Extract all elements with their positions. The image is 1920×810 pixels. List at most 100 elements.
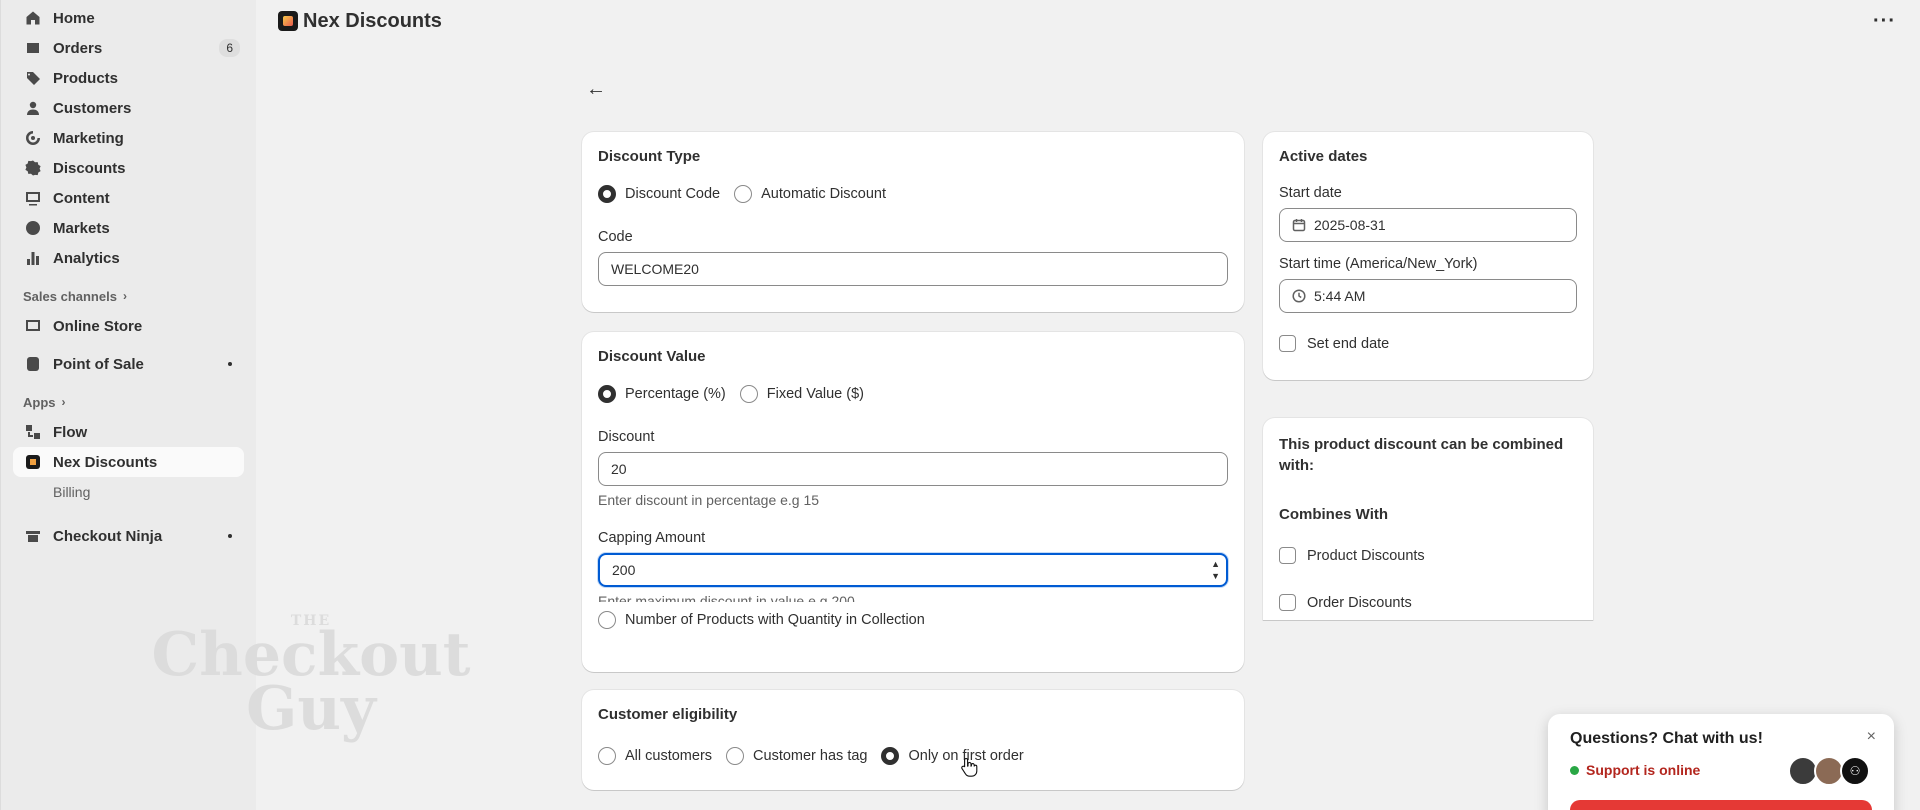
more-actions-icon[interactable]: ···	[1873, 10, 1896, 33]
globe-icon	[25, 220, 41, 236]
flow-icon	[25, 424, 41, 440]
page-title: Nex Discounts	[303, 9, 442, 32]
home-icon	[25, 10, 41, 26]
discount-value-card: Discount Value Percentage (%) Fixed Valu…	[582, 332, 1244, 672]
sidebar-item-products[interactable]: Products	[13, 63, 244, 93]
sidebar-item-label: Analytics	[53, 249, 120, 267]
tag-icon	[25, 70, 41, 86]
chevron-right-icon: ›	[61, 395, 66, 409]
sidebar-item-label: Online Store	[53, 317, 143, 335]
chat-question: Questions? Chat with us!	[1570, 730, 1763, 747]
discount-value-title: Discount Value	[598, 348, 706, 365]
discount-type-card: Discount Type Discount Code Automatic Di…	[582, 132, 1244, 312]
sidebar-item-orders[interactable]: Orders 6	[13, 33, 244, 63]
code-label: Code	[598, 229, 633, 245]
sidebar-item-label: Products	[53, 69, 119, 87]
support-avatars: ⚇	[1788, 756, 1870, 786]
sidebar-item-label: Orders	[53, 39, 103, 57]
start-time-input[interactable]: 5:44 AM	[1279, 279, 1577, 313]
radio-customer-has-tag[interactable]: Customer has tag	[726, 747, 867, 765]
sidebar: Home Orders 6 Products Customers Marketi…	[0, 0, 471, 810]
sidebar-item-analytics[interactable]: Analytics	[13, 243, 244, 273]
radio-percentage[interactable]: Percentage (%)	[598, 385, 726, 403]
order-discounts-checkbox[interactable]: Order Discounts	[1279, 594, 1412, 611]
chevron-up-icon[interactable]: ▲	[1211, 558, 1220, 570]
radio-fixed-value[interactable]: Fixed Value ($)	[739, 385, 864, 403]
chart-icon	[25, 250, 41, 266]
sidebar-item-discounts[interactable]: Discounts	[13, 153, 244, 183]
person-icon	[25, 100, 41, 116]
back-arrow-icon[interactable]: ←	[586, 78, 606, 101]
radio-discount-code[interactable]: Discount Code	[598, 185, 720, 203]
sidebar-item-flow[interactable]: Flow	[13, 417, 244, 447]
sidebar-item-nex-discounts[interactable]: Nex Discounts	[13, 447, 244, 477]
sidebar-item-point-of-sale[interactable]: Point of Sale	[13, 349, 244, 379]
bot-avatar-icon: ⚇	[1840, 756, 1870, 786]
sidebar-item-markets[interactable]: Markets	[13, 213, 244, 243]
number-stepper[interactable]: ▲ ▼	[1211, 558, 1220, 582]
online-dot	[1570, 765, 1579, 775]
clock-icon	[1292, 289, 1306, 303]
customer-eligibility-title: Customer eligibility	[598, 706, 738, 723]
start-date-input[interactable]: 2025-08-31	[1279, 208, 1577, 242]
sidebar-item-label: Checkout Ninja	[53, 527, 163, 545]
sidebar-item-label: Home	[53, 9, 95, 27]
orders-count-badge: 6	[219, 39, 240, 57]
hand-cursor-icon	[961, 757, 978, 777]
radio-first-order[interactable]: Only on first order	[881, 747, 1024, 765]
sidebar-item-label: Content	[53, 189, 110, 207]
sidebar-item-label: Customers	[53, 99, 132, 117]
checkout-ninja-icon	[25, 528, 41, 544]
status-dot	[228, 534, 232, 538]
active-dates-title: Active dates	[1279, 148, 1368, 165]
calendar-icon	[1292, 218, 1306, 232]
sales-channels-heading[interactable]: Sales channels ›	[1, 281, 256, 311]
chevron-down-icon[interactable]: ▼	[1211, 570, 1220, 582]
capping-help-text: Enter maximum discount in value e.g 200	[598, 593, 855, 602]
pos-icon	[25, 356, 41, 372]
combines-with-title: Combines With	[1279, 506, 1389, 523]
sidebar-item-label: Discounts	[53, 159, 126, 177]
capping-amount-input[interactable]: 200 ▲ ▼	[598, 553, 1228, 587]
sidebar-item-online-store[interactable]: Online Store	[13, 311, 244, 341]
nex-discounts-app-icon	[25, 454, 41, 470]
combinations-card: This product discount can be combined wi…	[1263, 418, 1593, 620]
discount-help-text: Enter discount in percentage e.g 15	[598, 492, 820, 508]
set-end-date-checkbox[interactable]: Set end date	[1279, 335, 1389, 352]
watermark-logo: THE Checkout Guy	[151, 613, 471, 744]
sidebar-item-label: Point of Sale	[53, 355, 144, 373]
chevron-right-icon: ›	[122, 289, 127, 303]
sidebar-item-label: Nex Discounts	[53, 453, 158, 471]
capping-amount-label: Capping Amount	[598, 530, 706, 546]
code-input[interactable]: WELCOME20	[598, 252, 1228, 286]
sidebar-item-content[interactable]: Content	[13, 183, 244, 213]
store-icon	[25, 318, 41, 334]
sidebar-item-label: Marketing	[53, 129, 124, 147]
close-icon[interactable]: ×	[1867, 728, 1876, 746]
chat-start-button[interactable]	[1570, 800, 1872, 810]
start-date-label: Start date	[1279, 185, 1342, 201]
discount-type-title: Discount Type	[598, 148, 701, 165]
radio-number-of-products[interactable]: Number of Products with Quantity in Coll…	[598, 611, 925, 629]
discount-label: Discount	[598, 429, 655, 445]
nex-discounts-logo-icon	[278, 11, 298, 31]
app-header: Nex Discounts ···	[256, 0, 1920, 42]
start-time-label: Start time (America/New_York)	[1279, 256, 1478, 272]
sidebar-subitem-billing[interactable]: Billing	[1, 477, 256, 507]
radio-automatic-discount[interactable]: Automatic Discount	[734, 185, 886, 203]
radio-all-customers[interactable]: All customers	[598, 747, 712, 765]
customer-eligibility-card: Customer eligibility All customers Custo…	[582, 690, 1244, 790]
combinations-title: This product discount can be combined wi…	[1279, 436, 1564, 474]
target-icon	[25, 130, 41, 146]
sidebar-item-checkout-ninja[interactable]: Checkout Ninja	[13, 521, 244, 551]
sidebar-item-home[interactable]: Home	[13, 3, 244, 33]
sidebar-item-marketing[interactable]: Marketing	[13, 123, 244, 153]
apps-heading[interactable]: Apps ›	[1, 387, 256, 417]
sidebar-item-customers[interactable]: Customers	[13, 93, 244, 123]
discount-icon	[25, 160, 41, 176]
product-discounts-checkbox[interactable]: Product Discounts	[1279, 547, 1425, 564]
chat-widget[interactable]: Questions? Chat with us! × Support is on…	[1548, 714, 1894, 810]
active-dates-card: Active dates Start date 2025-08-31 Start…	[1263, 132, 1593, 380]
discount-input[interactable]: 20	[598, 452, 1228, 486]
status-dot	[228, 362, 232, 366]
